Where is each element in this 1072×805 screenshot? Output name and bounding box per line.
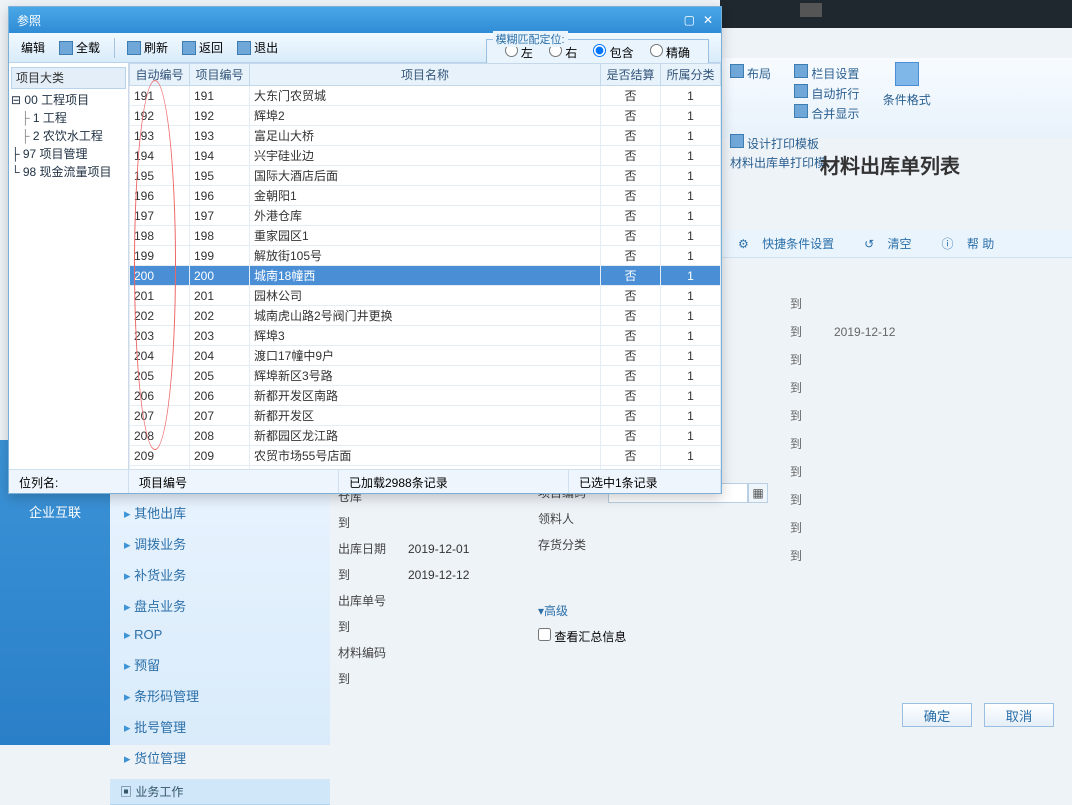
nav-item[interactable]: 批号管理 (110, 711, 330, 742)
nav-item[interactable]: 预留 (110, 649, 330, 680)
col-cat[interactable]: 所属分类 (661, 64, 721, 86)
cancel-button[interactable]: 取消 (984, 703, 1054, 727)
page-title: 材料出库单列表 (820, 150, 960, 179)
bg-dropdown[interactable] (800, 3, 822, 17)
table-row[interactable]: 203203辉埠3否1 (130, 326, 721, 346)
table-row[interactable]: 194194兴宇硅业边否1 (130, 146, 721, 166)
table-row[interactable]: 209209农贸市场55号店面否1 (130, 446, 721, 466)
nav-item[interactable]: 补货业务 (110, 559, 330, 590)
status-colname: 位列名: (9, 470, 129, 493)
q-date-from: 2019-12-01 (408, 536, 469, 562)
tree-header: 项目大类 (11, 67, 126, 89)
project-picker-icon[interactable]: ▦ (748, 483, 768, 503)
nav-foot[interactable]: 业务工作 (135, 785, 183, 799)
match-options: 模糊匹配定位: 左 右 包含 精确 (486, 39, 709, 66)
right-toolbar: ⚙ 快捷条件设置 ↺ 清空 ⓘ 帮 助 (720, 230, 1072, 258)
table-row[interactable]: 202202城南虎山路2号阀门井更换否1 (130, 306, 721, 326)
status-colvalue: 项目编号 (129, 470, 339, 493)
nav-item[interactable]: 盘点业务 (110, 590, 330, 621)
status-loaded: 已加载2988条记录 (339, 470, 569, 493)
advanced-link[interactable]: ▾ 高级 (538, 598, 782, 624)
tree-root[interactable]: 00 工程项目 (24, 93, 89, 107)
table-row[interactable]: 205205辉埠新区3号路否1 (130, 366, 721, 386)
table-row[interactable]: 206206新都开发区南路否1 (130, 386, 721, 406)
tb2-help[interactable]: ⓘ 帮 助 (942, 235, 1005, 252)
col-code[interactable]: 项目编号 (190, 64, 250, 86)
match-contain[interactable]: 包含 (593, 44, 633, 61)
tb2-quick[interactable]: ⚙ 快捷条件设置 (738, 235, 844, 252)
nav-item[interactable]: ROP (110, 621, 330, 649)
tree-98[interactable]: 98 现金流量项目 (23, 165, 112, 179)
project-grid[interactable]: 自动编号 项目编号 项目名称 是否结算 所属分类 191191大东门农贸城否11… (129, 63, 721, 469)
dialog-status: 位列名: 项目编号 已加载2988条记录 已选中1条记录 (9, 469, 721, 493)
close-icon[interactable]: ✕ (703, 13, 713, 27)
nav-item[interactable]: 条形码管理 (110, 680, 330, 711)
right-date: 2019-12-12 (834, 318, 895, 346)
minimize-icon[interactable]: ▢ (684, 13, 695, 27)
titlebar[interactable]: 参照 ▢ ✕ (9, 7, 721, 33)
col-name[interactable]: 项目名称 (250, 64, 601, 86)
ribbon-cond[interactable]: 条件格式 (873, 58, 941, 128)
category-tree[interactable]: 项目大类 ⊟ 00 工程项目 1 工程2 农饮水工程 ├ 97 项目管理 └ 9… (9, 63, 129, 469)
status-selected: 已选中1条记录 (569, 470, 721, 493)
ribbon-layout: 布局 (747, 67, 771, 81)
table-row[interactable]: 201201园林公司否1 (130, 286, 721, 306)
ribbon: 布局 栏目设置 自动折行 合并显示 条件格式 设计打印模板 材料出库单打印模… (720, 58, 1072, 138)
nav-item[interactable]: 货位管理 (110, 742, 330, 773)
tree-item[interactable]: 2 农饮水工程 (21, 127, 126, 145)
table-row[interactable]: 192192辉埠2否1 (130, 106, 721, 126)
tb-refresh[interactable]: 刷新 (121, 37, 174, 58)
tb-edit[interactable]: 编辑 (15, 37, 51, 58)
match-exact[interactable]: 精确 (650, 44, 690, 61)
table-row[interactable]: 208208新都园区龙江路否1 (130, 426, 721, 446)
nav-item[interactable]: 其他出库 (110, 497, 330, 528)
table-row[interactable]: 193193富足山大桥否1 (130, 126, 721, 146)
tb-back[interactable]: 返回 (176, 37, 229, 58)
q-num: 出库单号 (338, 588, 408, 614)
q-matcode: 材料编码 (338, 640, 408, 666)
table-row[interactable]: 195195国际大酒店后面否1 (130, 166, 721, 186)
table-row[interactable]: 196196金朝阳1否1 (130, 186, 721, 206)
sidebar-label[interactable]: 企业互联 (0, 502, 110, 521)
summary-checkbox[interactable]: 查看汇总信息 (538, 624, 626, 650)
tree-97[interactable]: 97 项目管理 (23, 147, 88, 161)
table-row[interactable]: 200200城南18幢西否1 (130, 266, 721, 286)
col-settle[interactable]: 是否结算 (601, 64, 661, 86)
reference-dialog: 参照 ▢ ✕ 编辑 全载 刷新 返回 退出 模糊匹配定位: 左 右 包含 精确 … (8, 6, 722, 494)
ok-button[interactable]: 确定 (902, 703, 972, 727)
col-auto[interactable]: 自动编号 (130, 64, 190, 86)
tb-exit[interactable]: 退出 (231, 37, 284, 58)
table-row[interactable]: 198198重家园区1否1 (130, 226, 721, 246)
table-row[interactable]: 207207新都开发区否1 (130, 406, 721, 426)
tree-item[interactable]: 1 工程 (21, 109, 126, 127)
nav-item[interactable]: 调拨业务 (110, 528, 330, 559)
ribbon-wrap[interactable]: 自动折行 (794, 84, 859, 102)
table-row[interactable]: 210210村镇很行否1 (130, 466, 721, 470)
q-date-to: 2019-12-12 (408, 562, 469, 588)
ribbon-merge[interactable]: 合并显示 (794, 104, 859, 122)
table-row[interactable]: 204204渡口17幢中9户否1 (130, 346, 721, 366)
table-row[interactable]: 197197外港仓库否1 (130, 206, 721, 226)
ribbon-col[interactable]: 栏目设置 (794, 64, 859, 82)
right-field-list: 到 到2019-12-12 到 到 到 到 到 到 到 到 (790, 290, 895, 570)
tb2-clear[interactable]: ↺ 清空 (864, 235, 921, 252)
table-row[interactable]: 199199解放街105号否1 (130, 246, 721, 266)
tb-all[interactable]: 全载 (53, 37, 106, 58)
window-title: 参照 (17, 12, 41, 29)
table-row[interactable]: 191191大东门农贸城否1 (130, 86, 721, 106)
